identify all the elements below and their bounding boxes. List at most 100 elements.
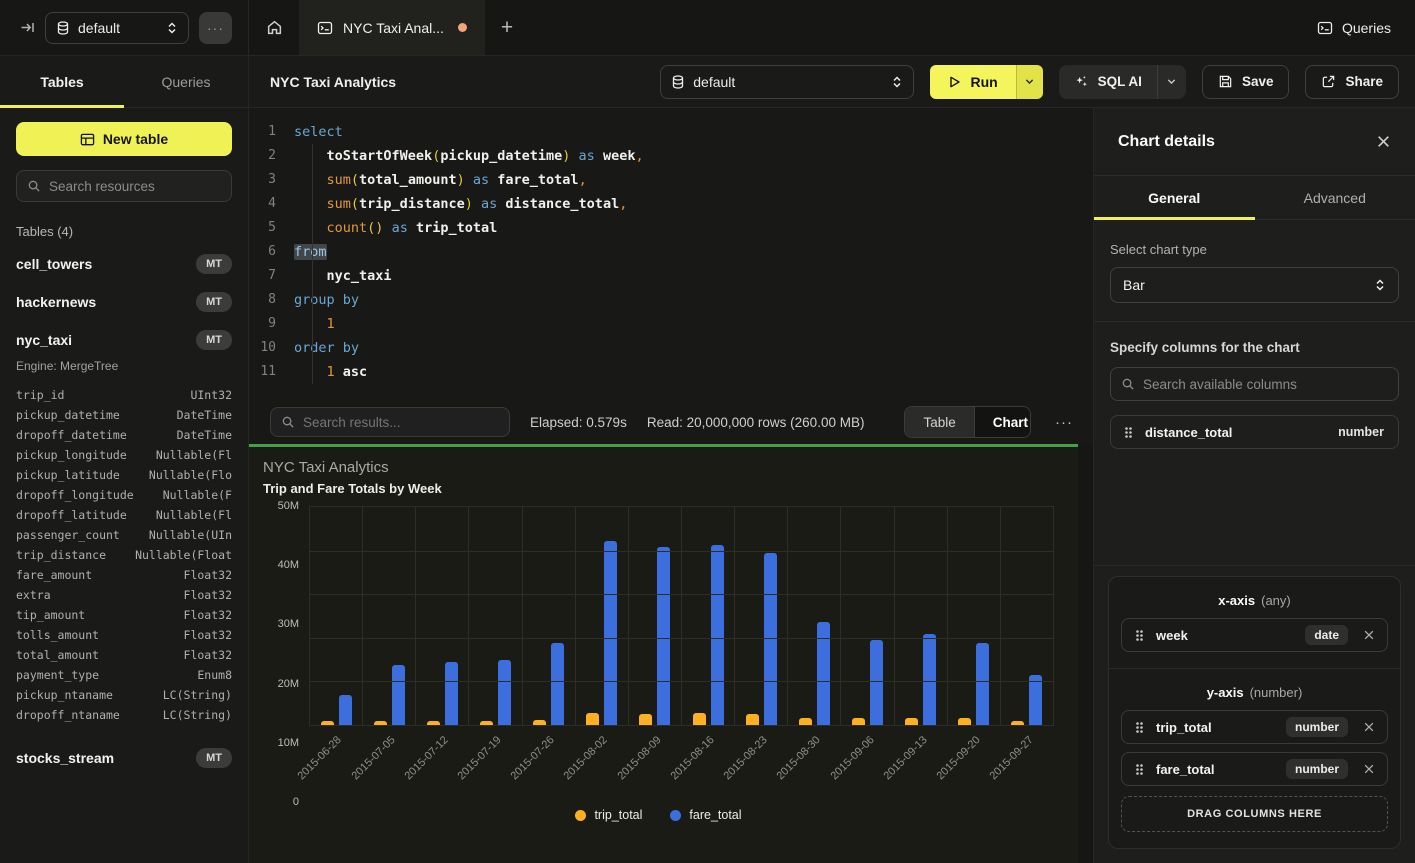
table-item-hackernews[interactable]: hackernews MT <box>0 283 248 321</box>
columns-search[interactable] <box>1110 367 1399 401</box>
bar-group[interactable] <box>469 507 522 725</box>
bar-group[interactable] <box>1001 507 1053 725</box>
table-item-nyc-taxi[interactable]: nyc_taxi MT <box>0 321 248 359</box>
results-search[interactable] <box>270 407 510 437</box>
bar-fare_total[interactable] <box>711 545 724 725</box>
bar-trip_total[interactable] <box>852 718 865 725</box>
bar-trip_total[interactable] <box>427 721 440 725</box>
bar-group[interactable] <box>841 507 894 725</box>
bar-trip_total[interactable] <box>374 721 387 725</box>
column-chip-week[interactable]: weekdate <box>1121 618 1388 652</box>
column-row: pickup_latitudeNullable(Flo <box>16 465 232 485</box>
bar-group[interactable] <box>948 507 1001 725</box>
bar-group[interactable] <box>629 507 682 725</box>
chevron-updown-icon <box>1374 278 1386 292</box>
remove-column-icon[interactable] <box>1361 627 1377 643</box>
bar-chart-plot[interactable] <box>309 506 1054 726</box>
bar-fare_total[interactable] <box>339 695 352 725</box>
collapse-sidebar-icon[interactable] <box>20 20 35 35</box>
chart-view-button[interactable]: Chart <box>974 407 1031 437</box>
bar-trip_total[interactable] <box>1011 721 1024 725</box>
bar-fare_total[interactable] <box>498 660 511 725</box>
new-table-button[interactable]: New table <box>16 122 232 156</box>
sql-editor[interactable]: 1select2 toStartOfWeek(pickup_datetime) … <box>249 108 1093 400</box>
code-line: 9 1 <box>249 312 1093 336</box>
bar-fare_total[interactable] <box>1029 675 1042 725</box>
column-chip-fare_total[interactable]: fare_totalnumber <box>1121 752 1388 786</box>
column-row: pickup_longitudeNullable(Fl <box>16 445 232 465</box>
bar-trip_total[interactable] <box>799 718 812 725</box>
sidebar-search[interactable] <box>16 170 232 202</box>
bar-trip_total[interactable] <box>480 721 493 725</box>
run-options-chevron[interactable] <box>1016 65 1043 99</box>
bar-fare_total[interactable] <box>604 541 617 725</box>
home-button[interactable] <box>249 0 299 55</box>
bar-fare_total[interactable] <box>657 547 670 725</box>
drag-columns-dropzone[interactable]: DRAG COLUMNS HERE <box>1121 796 1388 832</box>
bar-group[interactable] <box>735 507 788 725</box>
bar-fare_total[interactable] <box>392 665 405 725</box>
bar-fare_total[interactable] <box>551 643 564 725</box>
bar-group[interactable] <box>523 507 576 725</box>
column-chip-trip_total[interactable]: trip_totalnumber <box>1121 710 1388 744</box>
y-tick: 10M <box>278 737 299 749</box>
run-button[interactable]: Run <box>930 65 1042 99</box>
drag-handle-icon[interactable] <box>1134 763 1145 776</box>
bar-fare_total[interactable] <box>923 634 936 725</box>
remove-column-icon[interactable] <box>1361 761 1377 777</box>
bar-trip_total[interactable] <box>586 713 599 725</box>
query-tab[interactable]: NYC Taxi Anal... <box>299 0 485 55</box>
bar-group[interactable] <box>576 507 629 725</box>
chart-type-select[interactable]: Bar <box>1110 267 1399 303</box>
bar-fare_total[interactable] <box>870 640 883 725</box>
close-icon[interactable] <box>1376 134 1391 149</box>
column-type: Nullable(Flo <box>149 465 232 485</box>
database-selector[interactable]: default <box>45 12 189 44</box>
bar-group[interactable] <box>363 507 416 725</box>
drag-handle-icon[interactable] <box>1134 721 1145 734</box>
legend-item-trip_total[interactable]: trip_total <box>575 808 642 822</box>
bar-trip_total[interactable] <box>533 720 546 725</box>
bar-trip_total[interactable] <box>746 714 759 725</box>
tab-tables[interactable]: Tables <box>0 56 124 107</box>
tab-queries[interactable]: Queries <box>124 56 248 107</box>
queries-button[interactable]: Queries <box>1317 0 1391 55</box>
sql-ai-chevron[interactable] <box>1157 65 1186 99</box>
new-tab-button[interactable]: + <box>485 0 529 55</box>
results-more-button[interactable]: ··· <box>1051 414 1077 431</box>
table-view-button[interactable]: Table <box>905 407 973 437</box>
bar-group[interactable] <box>416 507 469 725</box>
bar-fare_total[interactable] <box>764 553 777 725</box>
bar-trip_total[interactable] <box>905 718 918 725</box>
bar-group[interactable] <box>682 507 735 725</box>
columns-search-input[interactable] <box>1143 377 1388 392</box>
bar-fare_total[interactable] <box>976 643 989 725</box>
chart-legend: trip_total fare_total <box>263 808 1054 822</box>
sidebar-search-input[interactable] <box>49 179 221 194</box>
drag-handle-icon[interactable] <box>1134 629 1145 642</box>
code-text: sum(trip_distance) as distance_total, <box>294 192 627 216</box>
bar-trip_total[interactable] <box>321 721 334 725</box>
save-button[interactable]: Save <box>1202 65 1290 99</box>
bar-group[interactable] <box>895 507 948 725</box>
bar-group[interactable] <box>310 507 363 725</box>
table-item-stocks-stream[interactable]: stocks_stream MT <box>0 739 248 777</box>
drag-handle-icon[interactable] <box>1123 426 1134 439</box>
bar-fare_total[interactable] <box>445 662 458 725</box>
run-database-selector[interactable]: default <box>660 65 914 99</box>
bar-trip_total[interactable] <box>639 714 652 725</box>
column-type: Float32 <box>184 625 232 645</box>
tab-general[interactable]: General <box>1094 176 1255 219</box>
legend-item-fare_total[interactable]: fare_total <box>670 808 741 822</box>
bar-trip_total[interactable] <box>693 713 706 725</box>
share-button[interactable]: Share <box>1305 65 1399 99</box>
bar-group[interactable] <box>788 507 841 725</box>
sql-ai-button[interactable]: SQL AI <box>1059 65 1186 99</box>
remove-column-icon[interactable] <box>1361 719 1377 735</box>
table-item-cell-towers[interactable]: cell_towers MT <box>0 245 248 283</box>
column-chip-distance_total[interactable]: distance_totalnumber <box>1110 415 1399 449</box>
results-search-input[interactable] <box>303 415 499 430</box>
bar-trip_total[interactable] <box>958 718 971 725</box>
tab-advanced[interactable]: Advanced <box>1255 176 1415 219</box>
sidebar-more-button[interactable]: ··· <box>199 12 232 44</box>
